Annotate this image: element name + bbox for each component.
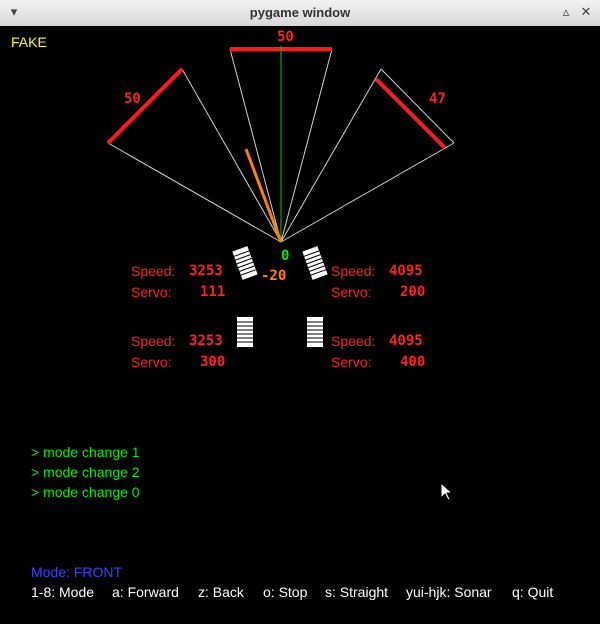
- speed-label: Speed:: [131, 333, 176, 349]
- rear-left-speed: 3253: [189, 333, 223, 349]
- help-forward: a: Forward: [112, 584, 179, 600]
- speed-label: Speed:: [331, 263, 376, 279]
- help-quit: q: Quit: [512, 584, 554, 600]
- mouse-cursor-icon: [440, 481, 454, 501]
- rear-left-servo: 300: [200, 354, 226, 370]
- steering-line: [244, 148, 283, 243]
- front-right-servo: 200: [400, 284, 426, 300]
- wheel-front-right: [302, 246, 328, 280]
- rear-right-speed: 4095: [389, 333, 423, 349]
- sonar-diagram: [106, 46, 455, 501]
- wheel-rear-left: [237, 317, 253, 347]
- right-sonar-cone-edge: [280, 68, 382, 243]
- center-sonar-cone-edge: [280, 48, 333, 243]
- sonar-right-value: 47: [429, 91, 446, 107]
- right-sonar-bar: [374, 77, 447, 150]
- help-straight: s: Straight: [325, 584, 389, 600]
- servo-label: Servo:: [131, 354, 172, 370]
- window-titlebar: ▾ pygame window ▵ ✕: [0, 0, 600, 27]
- mode-status: Mode: FRONT: [31, 564, 123, 580]
- steer-offset-value: -20: [261, 268, 287, 284]
- left-sonar-cone-edge: [107, 142, 282, 243]
- log-line: > mode change 2: [31, 464, 140, 480]
- speed-label: Speed:: [331, 333, 376, 349]
- window-title: pygame window: [249, 5, 351, 20]
- left-sonar-cone-edge: [181, 68, 282, 243]
- sonar-center-value: 50: [277, 29, 294, 45]
- close-icon[interactable]: ✕: [578, 4, 594, 20]
- servo-label: Servo:: [331, 284, 372, 300]
- pygame-canvas: FAKE 50 50 47 0 -20 Speed: 3253 Servo: 1…: [0, 26, 600, 624]
- front-left-servo: 111: [200, 284, 226, 300]
- help-sonar: yui-hjk: Sonar: [406, 584, 492, 600]
- servo-label: Servo:: [331, 354, 372, 370]
- center-sonar-cone-edge: [229, 48, 282, 243]
- fake-flag: FAKE: [11, 34, 47, 50]
- log-line: > mode change 0: [31, 484, 140, 500]
- wheel-front-left: [232, 246, 258, 280]
- right-sonar-cone-edge: [280, 142, 455, 243]
- left-sonar-bar: [106, 67, 184, 145]
- sonar-left-value: 50: [124, 91, 141, 107]
- help-back: z: Back: [198, 584, 244, 600]
- front-left-speed: 3253: [189, 263, 223, 279]
- heading-value: 0: [281, 248, 290, 264]
- speed-label: Speed:: [131, 263, 176, 279]
- help-stop: o: Stop: [263, 584, 308, 600]
- minimize-icon[interactable]: ▵: [558, 4, 574, 20]
- servo-label: Servo:: [131, 284, 172, 300]
- front-right-speed: 4095: [389, 263, 423, 279]
- help-modes: 1-8: Mode: [31, 584, 95, 600]
- rear-right-servo: 400: [400, 354, 426, 370]
- log-line: > mode change 1: [31, 444, 140, 460]
- wheel-rear-right: [307, 317, 323, 347]
